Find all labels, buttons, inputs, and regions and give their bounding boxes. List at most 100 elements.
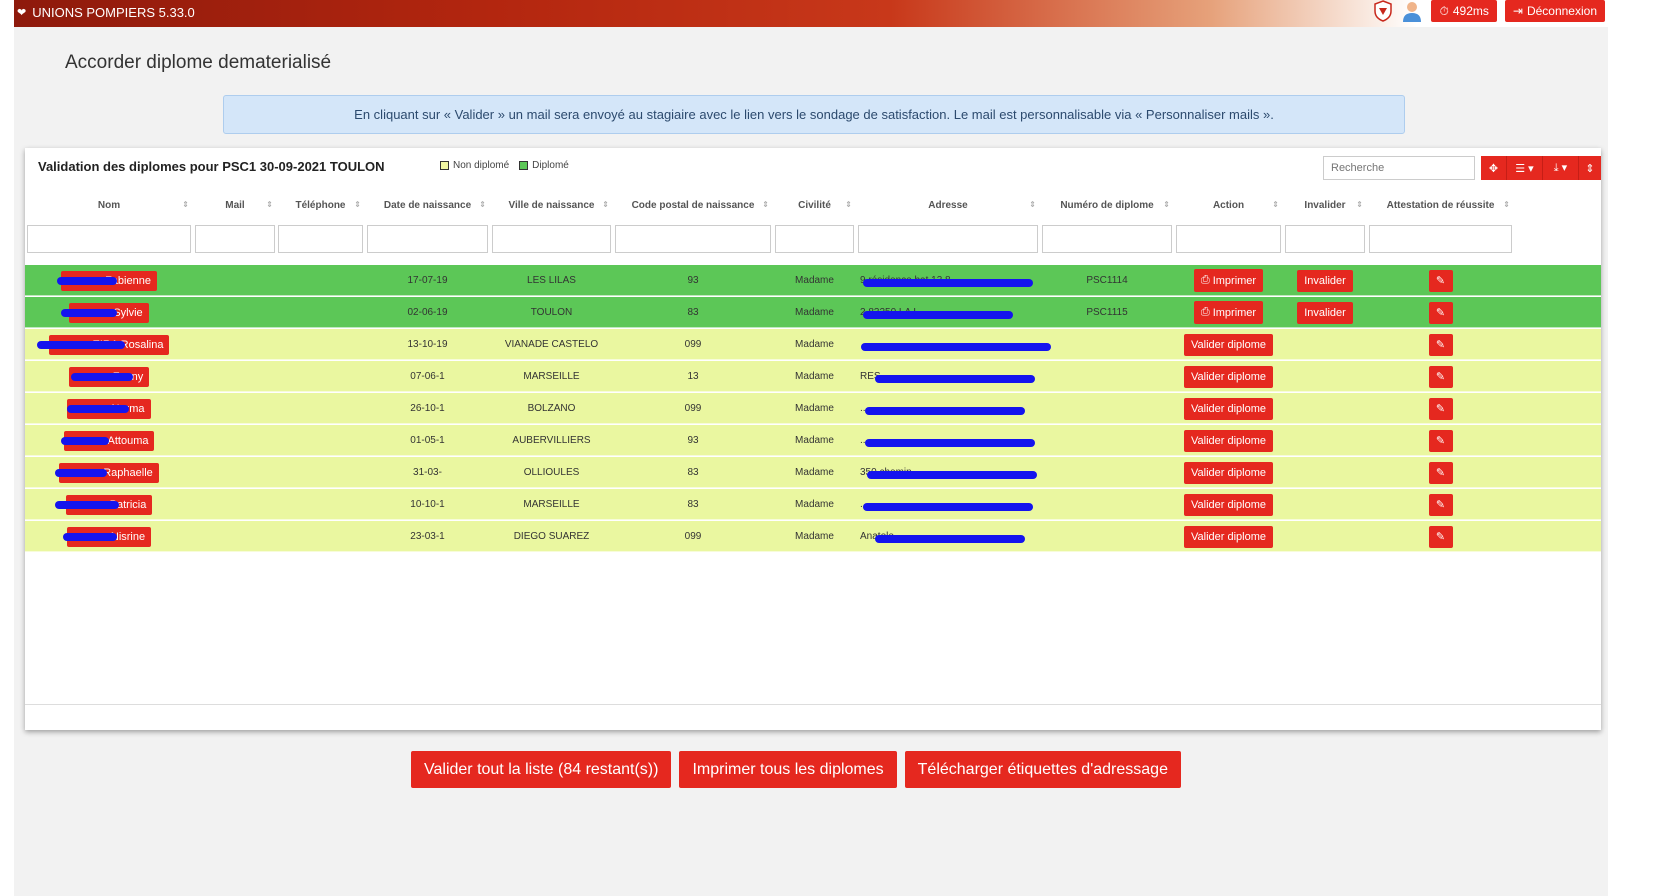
filter-input-civilite[interactable] — [775, 225, 854, 253]
diploma-number: PSC1114 — [1086, 275, 1128, 286]
certificate-edit-icon[interactable]: ✎ — [1428, 301, 1453, 324]
cell-ville-naissance: AUBERVILLIERS — [492, 425, 611, 456]
cell-telephone — [278, 425, 363, 456]
redaction-mark — [55, 469, 107, 477]
column-header-attestation[interactable]: Attestation de réussite ⇕ — [1369, 200, 1512, 211]
filter-input-mail[interactable] — [195, 225, 275, 253]
invalidate-button[interactable]: Invalider — [1297, 301, 1353, 324]
cell-action: Valider diplome — [1176, 425, 1281, 456]
filter-input-invalider[interactable] — [1285, 225, 1365, 253]
column-header-telephone[interactable]: Téléphone ⇕ — [278, 200, 363, 211]
certificate-edit-icon[interactable]: ✎ — [1428, 333, 1453, 356]
validate-diploma-button[interactable]: Valider diplome — [1183, 461, 1273, 484]
print-button[interactable]: ⎙ Imprimer — [1193, 301, 1264, 324]
birth-postal-code: 13 — [687, 371, 699, 382]
civility: Madame — [795, 307, 834, 318]
redaction-mark — [861, 343, 1051, 351]
column-header-numero-diplome[interactable]: Numéro de diplome ⇕ — [1042, 200, 1172, 211]
column-header-adresse[interactable]: Adresse ⇕ — [858, 200, 1038, 211]
legend-diplomed: Diplomé — [519, 160, 569, 171]
cell-attestation: ✎ — [1369, 425, 1512, 456]
column-header-action[interactable]: Action ⇕ — [1176, 200, 1281, 211]
certificate-edit-icon[interactable]: ✎ — [1428, 269, 1453, 292]
birth-city: AUBERVILLIERS — [512, 435, 591, 446]
birth-city: BOLZANO — [527, 403, 576, 414]
sort-icon: ⇕ — [1163, 200, 1170, 209]
column-header-ville-naissance[interactable]: Ville de naissance ⇕ — [492, 200, 611, 211]
print-all-button[interactable]: Imprimer tous les diplomes — [679, 751, 897, 788]
redaction-mark — [875, 375, 1035, 383]
timing-button[interactable]: ⏱ 492ms — [1431, 0, 1497, 22]
filter-input-ville-naissance[interactable] — [492, 225, 611, 253]
table-toolbar: ✥ ☰ ▾ ⤓ ▾ ⇕ — [1481, 156, 1601, 180]
validate-diploma-button[interactable]: Valider diplome — [1183, 429, 1273, 452]
column-header-civilite[interactable]: Civilité ⇕ — [775, 200, 854, 211]
cell-action: Valider diplome — [1176, 393, 1281, 424]
column-header-date-naissance[interactable]: Date de naissance ⇕ — [367, 200, 488, 211]
birth-date: 01-05-1 — [410, 435, 445, 446]
sort-icon[interactable]: ⇕ — [1579, 156, 1601, 180]
invalidate-button[interactable]: Invalider — [1297, 269, 1353, 292]
print-label: Imprimer — [1212, 306, 1257, 319]
user-avatar-icon[interactable] — [1401, 0, 1423, 22]
cell-invalider — [1285, 361, 1365, 392]
columns-menu-button[interactable]: ☰ ▾ — [1507, 156, 1543, 180]
certificate-edit-icon[interactable]: ✎ — [1428, 493, 1453, 516]
validate-diploma-button[interactable]: Valider diplome — [1183, 525, 1273, 548]
filter-input-adresse[interactable] — [858, 225, 1038, 253]
legend-not-diplomed: Non diplomé — [440, 160, 509, 171]
filter-input-telephone[interactable] — [278, 225, 363, 253]
redaction-mark — [55, 501, 119, 509]
column-header-mail[interactable]: Mail ⇕ — [195, 200, 275, 211]
certificate-edit-icon[interactable]: ✎ — [1428, 397, 1453, 420]
filter-input-numero-diplome[interactable] — [1042, 225, 1172, 253]
filter-input-cp-naissance[interactable] — [615, 225, 771, 253]
certificate-edit-icon[interactable]: ✎ — [1428, 525, 1453, 548]
column-header-cp-naissance[interactable]: Code postal de naissance ⇕ — [615, 200, 771, 211]
civility: Madame — [795, 435, 834, 446]
cell-attestation: ✎ — [1369, 393, 1512, 424]
export-menu-button[interactable]: ⤓ ▾ — [1543, 156, 1579, 180]
diploma-number: PSC1115 — [1086, 307, 1128, 318]
filter-input-action[interactable] — [1176, 225, 1281, 253]
cell-telephone — [278, 457, 363, 488]
print-button[interactable]: ⎙ Imprimer — [1193, 269, 1264, 292]
cell-mail — [195, 489, 275, 520]
column-header-nom[interactable]: Nom ⇕ — [27, 200, 191, 211]
validate-diploma-button[interactable]: Valider diplome — [1183, 397, 1273, 420]
cell-attestation: ✎ — [1369, 457, 1512, 488]
print-icon: ⎙ — [1200, 274, 1210, 286]
table-row: Nisrine23-03-1DIEGO SUAREZ099MadameAnato… — [25, 521, 1601, 552]
cell-telephone — [278, 393, 363, 424]
column-header-invalider[interactable]: Invalider ⇕ — [1285, 200, 1365, 211]
logout-button[interactable]: ⇥ Déconnexion — [1504, 0, 1605, 22]
redaction-mark — [863, 279, 1033, 287]
certificate-edit-icon[interactable]: ✎ — [1428, 365, 1453, 388]
panel-footer-divider — [25, 704, 1601, 705]
redaction-mark — [61, 309, 117, 317]
download-labels-button[interactable]: Télécharger étiquettes d'adressage — [904, 751, 1181, 788]
cell-attestation: ✎ — [1369, 265, 1512, 296]
sort-icon: ⇕ — [1356, 200, 1363, 209]
shield-logo-icon[interactable] — [1373, 0, 1393, 22]
move-icon[interactable]: ✥ — [1481, 156, 1507, 180]
cell-date-naissance: 17-07-19 — [367, 265, 488, 296]
sort-icon: ⇕ — [479, 200, 486, 209]
validate-diploma-button[interactable]: Valider diplome — [1183, 333, 1273, 356]
certificate-edit-icon[interactable]: ✎ — [1428, 461, 1453, 484]
cell-mail — [195, 361, 275, 392]
search-input[interactable] — [1323, 156, 1475, 180]
birth-date: 23-03-1 — [410, 531, 445, 542]
filter-input-attestation[interactable] — [1369, 225, 1512, 253]
sort-icon: ⇕ — [602, 200, 609, 209]
validate-all-button[interactable]: Valider tout la liste (84 restant(s)) — [411, 751, 672, 788]
filter-input-nom[interactable] — [27, 225, 191, 253]
cell-mail — [195, 297, 275, 328]
validate-diploma-button[interactable]: Valider diplome — [1183, 365, 1273, 388]
app-brand[interactable]: ❤ UNIONS POMPIERS 5.33.0 — [17, 5, 195, 20]
certificate-edit-icon[interactable]: ✎ — [1428, 429, 1453, 452]
logout-icon: ⇥ — [1512, 4, 1523, 18]
filter-input-date-naissance[interactable] — [367, 225, 488, 253]
validate-diploma-button[interactable]: Valider diplome — [1183, 493, 1273, 516]
print-label: Imprimer — [1212, 274, 1257, 287]
